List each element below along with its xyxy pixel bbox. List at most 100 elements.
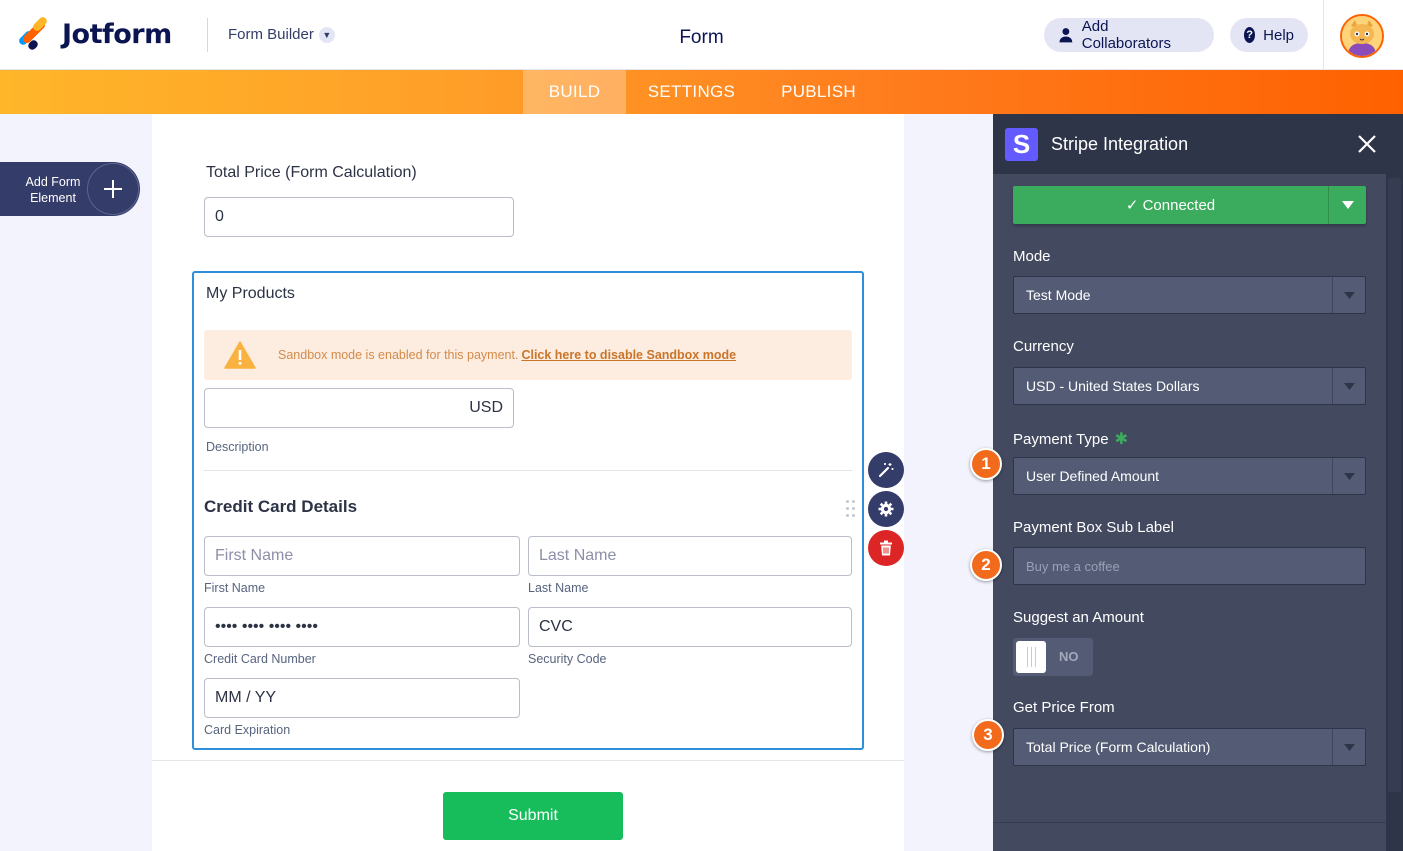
add-collaborators-label: Add Collaborators: [1081, 18, 1171, 52]
tab-settings[interactable]: SETTINGS: [634, 70, 749, 114]
tab-build[interactable]: BUILD: [523, 70, 626, 114]
payment-type-label-row: Payment Type ✱: [1013, 429, 1128, 449]
payment-type-value: User Defined Amount: [1026, 468, 1160, 484]
last-name-sublabel: Last Name: [528, 581, 589, 595]
jotform-logo-icon: [17, 15, 50, 52]
toggle-state: NO: [1059, 649, 1079, 664]
sub-label-placeholder: Buy me a coffee: [1026, 558, 1120, 574]
jotform-logo[interactable]: Jotform: [17, 15, 172, 52]
tab-publish[interactable]: PUBLISH: [766, 70, 871, 114]
mode-value: Test Mode: [1026, 287, 1091, 303]
cvc-value: CVC: [539, 618, 573, 635]
sandbox-warning: Sandbox mode is enabled for this payment…: [204, 330, 852, 380]
form-title[interactable]: Form: [679, 27, 723, 48]
help-label: Help: [1263, 26, 1294, 44]
chevron-down-icon: ▼: [318, 26, 335, 43]
amount-field[interactable]: USD: [204, 388, 514, 428]
currency-dropdown[interactable]: USD - United States Dollars: [1013, 367, 1366, 405]
caret-down-icon[interactable]: [1328, 186, 1366, 224]
toggle-knob: [1016, 641, 1046, 673]
add-form-element-button[interactable]: Add Form Element: [0, 162, 140, 216]
drag-handle-icon[interactable]: [846, 500, 858, 522]
get-price-from-value: Total Price (Form Calculation): [1026, 739, 1211, 755]
cvc-field[interactable]: CVC: [528, 607, 852, 647]
top-bar: Jotform Form Builder ▼ Form Add Collabor…: [0, 0, 1403, 70]
connected-label: ✓ Connected: [1125, 197, 1216, 214]
required-star-icon: ✱: [1114, 431, 1129, 448]
get-price-from-label: Get Price From: [1013, 699, 1115, 716]
card-number-field[interactable]: •••• •••• •••• ••••: [204, 607, 520, 647]
avatar[interactable]: [1340, 14, 1384, 58]
caret-down-icon: [1332, 729, 1365, 765]
avatar-area: [1323, 0, 1403, 70]
sandbox-text: Sandbox mode is enabled for this payment…: [278, 348, 519, 362]
card-expiration-value: MM / YY: [215, 689, 277, 706]
card-number-sublabel: Credit Card Number: [204, 652, 316, 666]
mode-label: Mode: [1013, 248, 1051, 265]
close-icon[interactable]: [1353, 130, 1381, 158]
total-price-field[interactable]: 0: [204, 197, 514, 237]
card-number-value: •••• •••• •••• ••••: [215, 618, 318, 635]
mode-dropdown[interactable]: Test Mode: [1013, 276, 1366, 314]
caret-down-icon: [1332, 368, 1365, 404]
last-name-placeholder: Last Name: [539, 547, 617, 564]
help-icon: ?: [1244, 27, 1256, 43]
last-name-field[interactable]: Last Name: [528, 536, 852, 576]
form-builder-switch[interactable]: Form Builder ▼: [228, 26, 335, 43]
first-name-sublabel: First Name: [204, 581, 266, 595]
magic-wand-button[interactable]: [868, 452, 904, 488]
brand-name: Jotform: [62, 18, 172, 50]
first-name-placeholder: First Name: [215, 547, 294, 564]
my-products-label: My Products: [206, 285, 295, 302]
suggest-amount-label: Suggest an Amount: [1013, 609, 1144, 626]
header-divider: [207, 18, 208, 52]
panel-title: Stripe Integration: [1051, 134, 1189, 154]
stripe-logo-icon: S: [1005, 128, 1038, 161]
currency-suffix: USD: [469, 399, 503, 416]
currency-value: USD - United States Dollars: [1026, 378, 1200, 394]
add-collaborators-button[interactable]: Add Collaborators: [1044, 18, 1214, 52]
form-divider: [152, 760, 904, 761]
card-expiration-field[interactable]: MM / YY: [204, 678, 520, 718]
field-settings-button[interactable]: [868, 491, 904, 527]
user-icon: [1059, 28, 1073, 43]
callout-2: 2: [970, 549, 1002, 581]
delete-field-button[interactable]: [868, 530, 904, 566]
avatar-cat-icon: [1342, 16, 1382, 56]
panel-header: S Stripe Integration: [993, 114, 1403, 174]
payment-box-sub-label-label: Payment Box Sub Label: [1013, 519, 1174, 536]
builder-nav: BUILD SETTINGS PUBLISH: [0, 70, 1403, 114]
get-price-from-dropdown[interactable]: Total Price (Form Calculation): [1013, 728, 1366, 766]
form-builder-label: Form Builder: [228, 26, 314, 43]
total-price-label: Total Price (Form Calculation): [206, 164, 417, 181]
first-name-field[interactable]: First Name: [204, 536, 520, 576]
disable-sandbox-link[interactable]: Click here to disable Sandbox mode: [521, 348, 736, 362]
payment-type-label: Payment Type: [1013, 430, 1109, 448]
connected-button[interactable]: ✓ Connected: [1013, 186, 1366, 224]
submit-button[interactable]: Submit: [443, 792, 623, 840]
panel-scrollbar[interactable]: [1386, 174, 1403, 851]
card-expiration-sublabel: Card Expiration: [204, 723, 291, 737]
callout-3: 3: [972, 719, 1004, 751]
suggest-amount-toggle[interactable]: NO: [1013, 638, 1093, 676]
gear-icon: [878, 501, 894, 517]
section-divider: [204, 470, 852, 471]
stripe-integration-panel: S Stripe Integration ✓ Connected Mode Te…: [993, 114, 1403, 851]
panel-footer-divider: [993, 822, 1386, 823]
caret-down-icon: [1332, 277, 1365, 313]
description-sublabel: Description: [206, 440, 269, 454]
plus-icon: [87, 163, 139, 215]
security-code-sublabel: Security Code: [528, 652, 607, 666]
warning-icon: [224, 341, 256, 369]
help-button[interactable]: ? Help: [1230, 18, 1308, 52]
currency-label: Currency: [1013, 338, 1074, 355]
credit-card-title: Credit Card Details: [204, 497, 358, 516]
caret-down-icon: [1332, 458, 1365, 494]
payment-box-sub-label-input[interactable]: Buy me a coffee: [1013, 547, 1366, 585]
callout-1: 1: [970, 448, 1002, 480]
scrollbar-thumb[interactable]: [1388, 178, 1401, 792]
add-form-element-label: Add Form Element: [25, 175, 81, 205]
payment-type-dropdown[interactable]: User Defined Amount: [1013, 457, 1366, 495]
trash-icon: [880, 540, 892, 556]
total-price-value: 0: [215, 208, 224, 225]
